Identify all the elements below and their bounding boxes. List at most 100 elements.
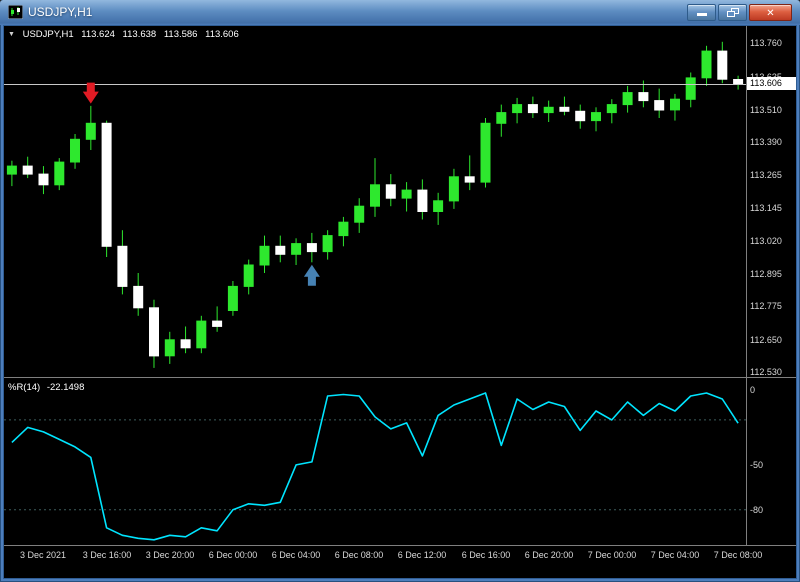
candle-body <box>164 339 175 357</box>
close-button[interactable]: ✕ <box>749 4 792 21</box>
candle-body <box>291 243 302 255</box>
candle-body <box>670 98 680 111</box>
time-axis-label: 3 Dec 20:00 <box>145 550 195 560</box>
time-axis-label: 6 Dec 00:00 <box>208 550 258 560</box>
price-axis-label: 113.760 <box>750 38 782 48</box>
sell-signal-arrow[interactable] <box>82 82 99 104</box>
window-title: USDJPY,H1 <box>28 5 93 19</box>
candle-body <box>654 100 665 111</box>
indicator-axis-label: 0 <box>750 385 756 395</box>
header-symbol: USDJPY,H1 <box>22 29 74 40</box>
candle-body <box>591 112 601 122</box>
candle-body <box>417 189 428 213</box>
candle-body <box>354 205 365 223</box>
price-axis-label: 113.265 <box>750 170 782 180</box>
time-axis-label: 7 Dec 08:00 <box>713 550 763 560</box>
price-axis-label: 113.020 <box>750 236 782 246</box>
candle-body <box>322 235 333 253</box>
time-axis-label: 3 Dec 16:00 <box>82 550 132 560</box>
candle-body <box>180 339 191 349</box>
titlebar[interactable]: USDJPY,H1 ✕ <box>0 0 800 25</box>
indicator-axis-label: -80 <box>750 505 764 515</box>
candle-body <box>685 77 696 100</box>
time-axis-label: 3 Dec 2021 <box>19 550 67 560</box>
candle-body <box>196 320 207 349</box>
candle-body <box>38 173 49 186</box>
candle-body <box>227 285 238 311</box>
candle-body <box>733 79 744 85</box>
candle-body <box>575 110 586 122</box>
main-chart-canvas[interactable] <box>4 26 746 377</box>
candle-body <box>101 122 112 247</box>
indicator-value: -22.1498 <box>46 382 85 393</box>
candle-body <box>117 245 128 287</box>
time-axis[interactable]: 3 Dec 2021 3 Dec 16:00 3 Dec 20:00 6 Dec 00… <box>4 546 762 578</box>
price-axis-label: 112.775 <box>750 301 782 311</box>
candle-body <box>338 221 349 237</box>
time-axis-label: 6 Dec 12:00 <box>397 550 447 560</box>
price-axis-label: 113.145 <box>750 203 782 213</box>
header-low: 113.586 <box>163 29 198 40</box>
candle-body <box>54 161 65 186</box>
price-axis-label: 113.390 <box>750 137 782 147</box>
percent-r-line <box>11 392 739 541</box>
candle-body <box>606 104 617 114</box>
candle-body <box>480 122 491 183</box>
candle-body <box>559 106 570 112</box>
chart-icon <box>8 5 23 19</box>
candle-body <box>70 138 80 163</box>
time-axis-label: 6 Dec 20:00 <box>524 550 574 560</box>
restore-button[interactable] <box>718 4 747 21</box>
price-axis[interactable]: 113.606 113.760113.635113.510113.390113.… <box>747 26 796 578</box>
time-axis-label: 6 Dec 16:00 <box>461 550 511 560</box>
header-high: 113.638 <box>122 29 157 40</box>
time-axis-label: 6 Dec 08:00 <box>334 550 384 560</box>
candle-body <box>306 243 317 253</box>
candle-body <box>85 122 96 140</box>
collapse-toggle-icon[interactable]: ▼ <box>8 31 15 38</box>
candle-body <box>149 307 159 357</box>
indicator-name: %R(14) <box>8 382 41 393</box>
restore-icon-front <box>727 11 735 17</box>
indicator-axis-label: -50 <box>750 460 764 470</box>
candle-body <box>212 320 223 327</box>
candle-body <box>622 92 633 106</box>
close-icon: ✕ <box>766 8 775 19</box>
candle-body <box>717 50 728 80</box>
header-open: 113.624 <box>81 29 115 40</box>
indicator-header: %R(14) -22.1498 <box>8 382 88 393</box>
candle-body <box>259 245 270 266</box>
candle-body <box>401 189 412 199</box>
window-controls: ✕ <box>687 4 792 21</box>
buy-signal-arrow[interactable] <box>303 264 320 286</box>
candle-body <box>243 264 254 287</box>
minimize-button[interactable] <box>687 4 716 21</box>
candle-body <box>512 104 523 114</box>
candle-body <box>464 176 475 183</box>
candle-body <box>543 106 554 114</box>
chart-window: USDJPY,H1 ✕ ▼ USDJPY,H1 113.624 113.638 … <box>0 0 800 582</box>
price-axis-label: 112.530 <box>750 367 782 377</box>
candle-body <box>433 200 444 213</box>
chart-ohlc-header: ▼ USDJPY,H1 113.624 113.638 113.586 113.… <box>8 29 244 40</box>
candle-body <box>448 176 459 202</box>
time-axis-label: 6 Dec 04:00 <box>271 550 321 560</box>
candle-body <box>22 165 33 175</box>
current-price-tag: 113.606 <box>747 77 796 90</box>
price-axis-label: 112.650 <box>750 335 782 345</box>
candle-body <box>385 184 396 199</box>
time-axis-label: 7 Dec 04:00 <box>650 550 700 560</box>
price-axis-label: 113.510 <box>750 105 782 115</box>
price-axis-label: 112.895 <box>750 269 782 279</box>
time-axis-label: 7 Dec 00:00 <box>587 550 637 560</box>
candle-body <box>638 92 649 102</box>
header-close: 113.606 <box>205 29 239 40</box>
minimize-icon <box>697 13 707 16</box>
candle-body <box>370 184 380 207</box>
candle-body <box>527 104 538 114</box>
candle-body <box>701 50 712 79</box>
candle-body <box>133 285 144 309</box>
candle-body <box>6 165 17 175</box>
candle-body <box>496 112 507 124</box>
indicator-chart-canvas[interactable] <box>4 378 746 545</box>
